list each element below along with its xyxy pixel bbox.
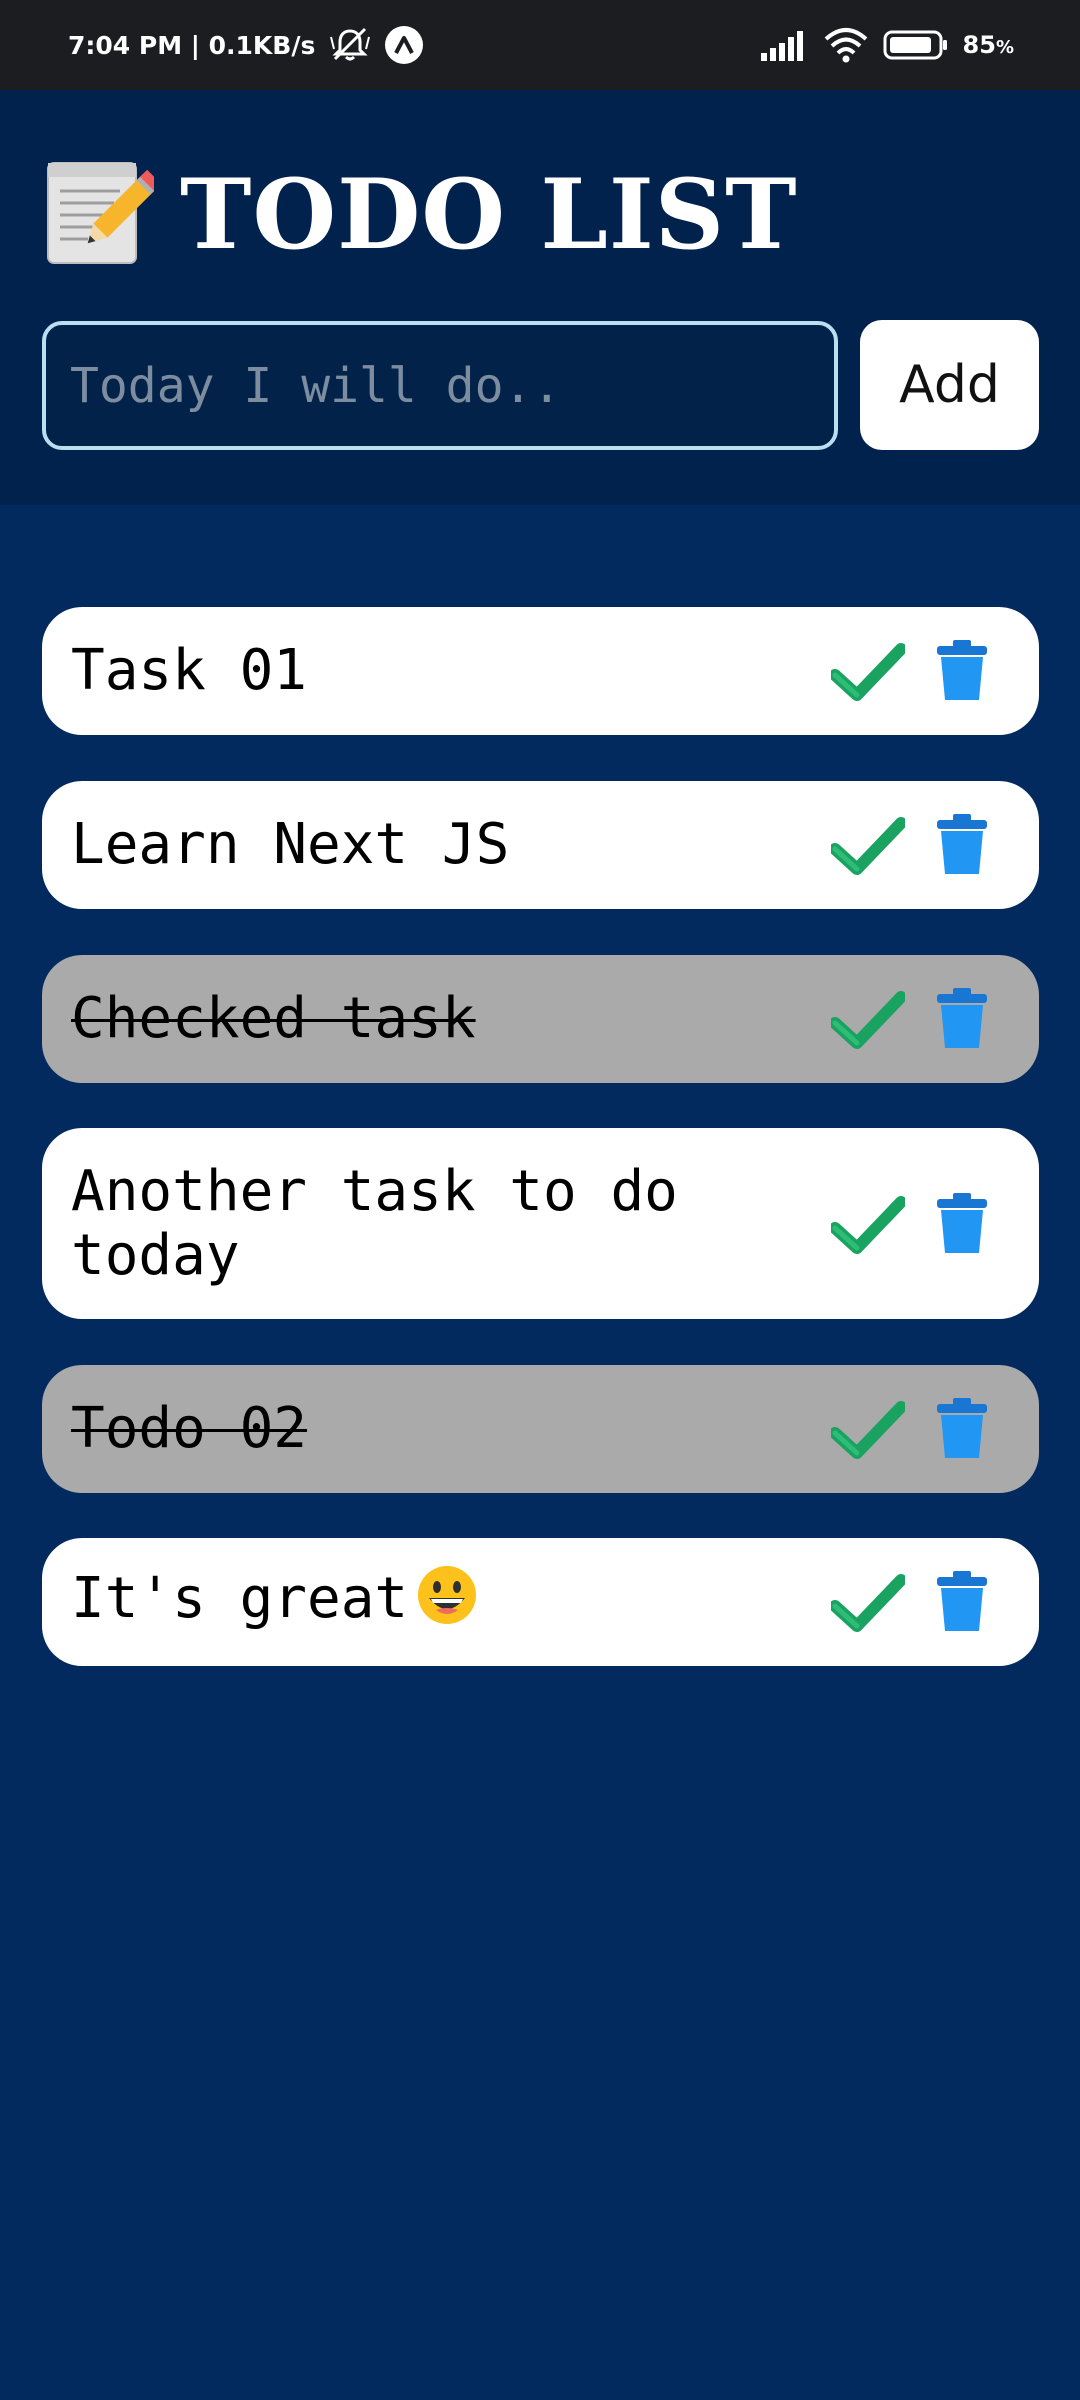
status-bar: 7:04 PM | 0.1KB/s 85% bbox=[0, 0, 1080, 90]
trash-icon[interactable] bbox=[935, 1571, 989, 1633]
todo-text: Checked task bbox=[71, 987, 831, 1051]
check-mark-icon[interactable] bbox=[831, 815, 905, 875]
status-bar-right: 85% bbox=[760, 27, 1014, 63]
check-mark-icon[interactable] bbox=[831, 1399, 905, 1459]
trash-icon[interactable] bbox=[935, 1398, 989, 1460]
todo-actions bbox=[831, 988, 989, 1050]
header: TODO LIST Today I will do.. Add bbox=[0, 90, 1080, 505]
add-button[interactable]: Add bbox=[860, 320, 1039, 450]
todo-text: It's great bbox=[71, 1564, 831, 1640]
todo-actions bbox=[831, 1398, 989, 1460]
trash-icon[interactable] bbox=[935, 1192, 989, 1255]
todo-text: Another task to do today bbox=[71, 1158, 831, 1288]
check-mark-icon[interactable] bbox=[831, 989, 905, 1049]
check-mark-icon[interactable] bbox=[831, 1572, 905, 1632]
todo-text-label: Task 01 bbox=[71, 638, 308, 703]
todo-text-label: Todo 02 bbox=[71, 1396, 308, 1461]
todo-item: Todo 02 bbox=[42, 1365, 1039, 1493]
todo-actions bbox=[831, 1192, 989, 1255]
bell-muted-icon bbox=[329, 27, 371, 63]
signal-icon bbox=[760, 29, 809, 61]
todo-input-placeholder: Today I will do.. bbox=[70, 357, 562, 414]
check-mark-icon[interactable] bbox=[831, 641, 905, 701]
wifi-icon bbox=[823, 27, 869, 63]
todo-text-label: It's great bbox=[71, 1566, 409, 1632]
todo-item: Task 01 bbox=[42, 607, 1039, 735]
todo-actions bbox=[831, 1571, 989, 1633]
todo-text-label: Another task to do today bbox=[71, 1158, 678, 1288]
trash-icon[interactable] bbox=[935, 988, 989, 1050]
todo-actions bbox=[831, 640, 989, 702]
todo-text-label: Checked task bbox=[71, 986, 476, 1051]
todo-text: Todo 02 bbox=[71, 1397, 831, 1461]
todo-text: Task 01 bbox=[71, 639, 831, 703]
todo-item: Learn Next JS bbox=[42, 781, 1039, 909]
todo-actions bbox=[831, 814, 989, 876]
app-root: 7:04 PM | 0.1KB/s 85% TODO LIST Today I … bbox=[0, 0, 1080, 2400]
battery-icon bbox=[883, 29, 949, 61]
status-bar-left: 7:04 PM | 0.1KB/s bbox=[68, 26, 424, 64]
status-time-speed: 7:04 PM | 0.1KB/s bbox=[68, 30, 316, 60]
todo-item: Another task to do today bbox=[42, 1128, 1039, 1319]
todo-item: Checked task bbox=[42, 955, 1039, 1083]
page-title: TODO LIST bbox=[180, 158, 798, 271]
memo-pencil-icon bbox=[42, 157, 162, 273]
trash-icon[interactable] bbox=[935, 640, 989, 702]
trash-icon[interactable] bbox=[935, 814, 989, 876]
check-mark-icon[interactable] bbox=[831, 1194, 905, 1254]
app-notification-icon bbox=[385, 26, 424, 64]
battery-unit: % bbox=[995, 37, 1014, 58]
todo-input[interactable]: Today I will do.. bbox=[42, 321, 838, 450]
battery-percent: 85 bbox=[962, 31, 996, 59]
todo-text-label: Learn Next JS bbox=[71, 812, 510, 877]
todo-item: It's great bbox=[42, 1538, 1039, 1666]
todo-text: Learn Next JS bbox=[71, 813, 831, 877]
battery-level: 85% bbox=[963, 31, 1014, 59]
grinning-face-icon bbox=[416, 1564, 478, 1640]
title-row: TODO LIST bbox=[42, 150, 798, 280]
